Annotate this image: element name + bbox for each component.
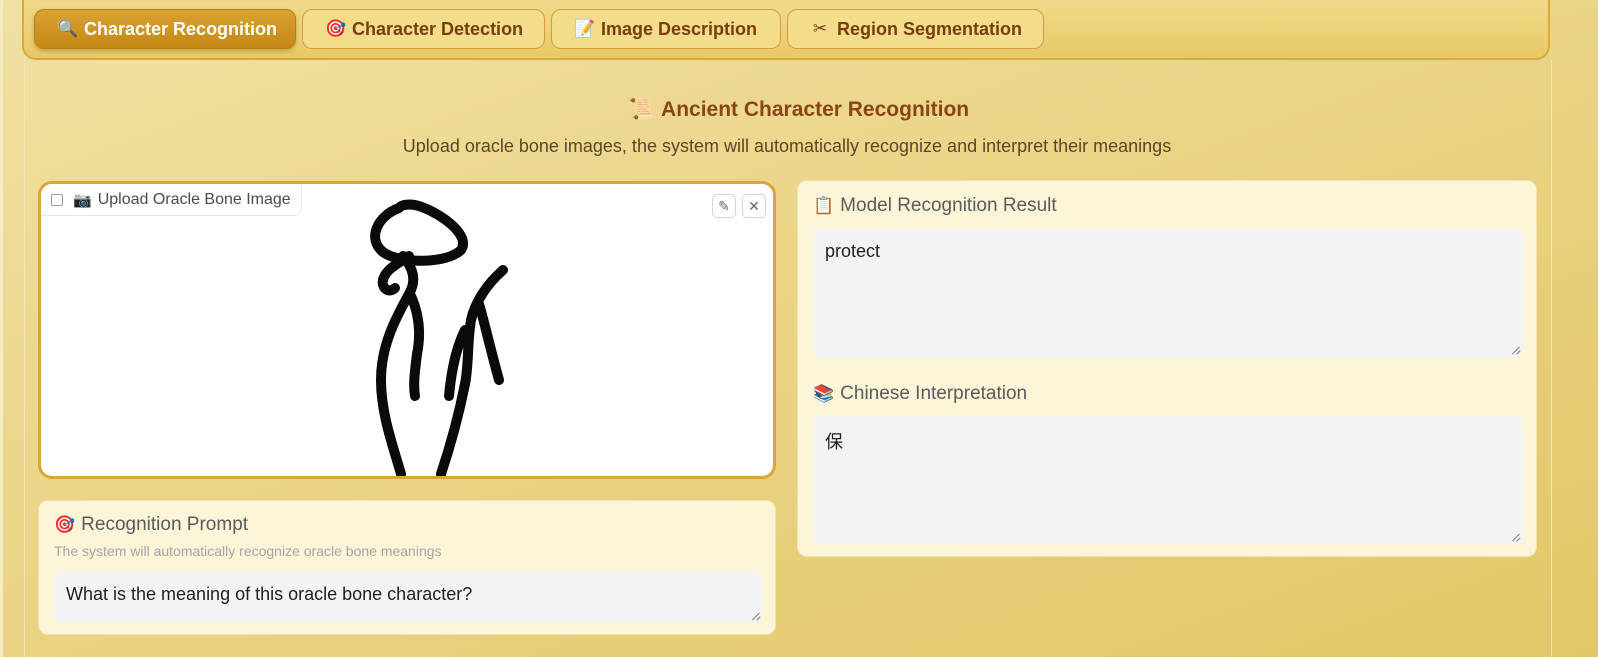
recognition-prompt-hint: The system will automatically recognize … <box>54 543 442 559</box>
camera-icon: 📷 <box>73 191 92 209</box>
tab-label: Region Segmentation <box>837 18 1023 39</box>
tab-image-description[interactable]: 📝 Image Description <box>551 9 781 49</box>
recognition-prompt-input[interactable]: What is the meaning of this oracle bone … <box>54 572 762 622</box>
tab-label: Character Recognition <box>84 18 278 39</box>
resize-handle[interactable] <box>1510 344 1520 354</box>
tab-bar: 🔍 Character Recognition 🎯 Character Dete… <box>22 0 1550 60</box>
results-card: 📋 Model Recognition Result protect 📚 Chi… <box>797 180 1537 557</box>
oracle-bone-image <box>370 199 508 476</box>
recognition-prompt-card: 🎯 Recognition Prompt The system will aut… <box>38 500 776 635</box>
resize-handle[interactable] <box>750 610 760 620</box>
image-icon <box>51 193 63 206</box>
tab-region-segmentation[interactable]: ✂ Region Segmentation <box>787 9 1044 49</box>
tab-character-detection[interactable]: 🎯 Character Detection <box>302 9 545 49</box>
page-title-text: Ancient Character Recognition <box>661 98 970 121</box>
tab-label: Character Detection <box>352 18 524 39</box>
books-icon: 📚 <box>813 384 835 403</box>
app-frame: 🔍 Character Recognition 🎯 Character Dete… <box>0 0 1598 657</box>
page-subtitle: Upload oracle bone images, the system wi… <box>402 136 1172 156</box>
model-result-output[interactable]: protect <box>813 229 1523 357</box>
magnifier-icon: 🔍 <box>57 19 79 38</box>
pencil-icon: ✎ <box>718 197 730 214</box>
upload-label: 📷 Upload Oracle Bone Image <box>41 184 302 216</box>
image-upload-area[interactable]: 📷 Upload Oracle Bone Image ✎ ✕ <box>38 181 776 479</box>
interpretation-label: Chinese Interpretation <box>840 383 1028 404</box>
scroll-icon: 📜 <box>628 98 656 121</box>
page-title: 📜 Ancient Character Recognition <box>0 98 1598 122</box>
model-result-title: 📋 Model Recognition Result <box>813 195 1057 217</box>
tab-character-recognition[interactable]: 🔍 Character Recognition <box>34 9 296 49</box>
interpretation-title: 📚 Chinese Interpretation <box>813 383 1027 405</box>
recognition-prompt-label: Recognition Prompt <box>81 514 249 535</box>
model-result-label: Model Recognition Result <box>840 195 1057 216</box>
recognition-prompt-title: 🎯 Recognition Prompt <box>54 514 248 536</box>
upload-label-text: Upload Oracle Bone Image <box>97 190 291 208</box>
memo-icon: 📝 <box>574 19 596 38</box>
scissors-icon: ✂ <box>812 19 828 38</box>
tab-label: Image Description <box>601 18 758 39</box>
interpretation-output[interactable]: 保 <box>813 416 1523 544</box>
edit-button[interactable]: ✎ <box>712 194 736 218</box>
clear-image-button[interactable]: ✕ <box>742 194 766 218</box>
clipboard-icon: 📋 <box>813 196 835 215</box>
target-icon: 🎯 <box>54 515 76 534</box>
target-icon: 🎯 <box>325 19 347 38</box>
close-icon: ✕ <box>748 197 760 214</box>
resize-handle[interactable] <box>1510 531 1520 541</box>
